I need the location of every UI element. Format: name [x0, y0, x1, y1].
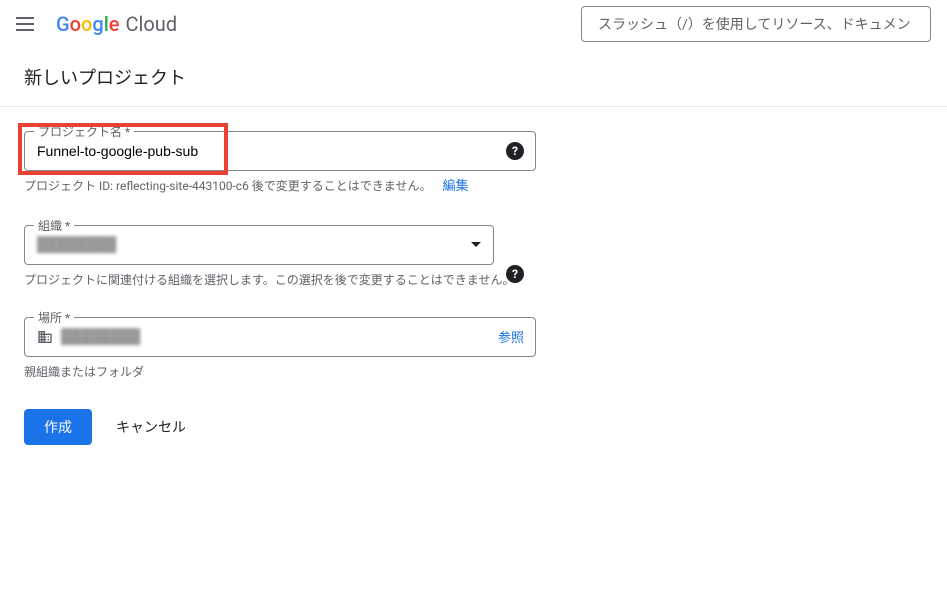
hamburger-menu-icon[interactable] — [16, 12, 40, 36]
location-value: ████████ — [61, 328, 140, 345]
search-input[interactable]: スラッシュ（/）を使用してリソース、ドキュメン — [581, 6, 931, 42]
project-name-field-group: プロジェクト名 * ? プロジェクト ID: reflecting-site-4… — [24, 131, 536, 197]
chevron-down-icon — [471, 242, 481, 247]
project-id-helper: プロジェクト ID: reflecting-site-443100-c6 後で変… — [24, 177, 536, 197]
help-icon[interactable]: ? — [506, 142, 524, 160]
page-title: 新しいプロジェクト — [0, 48, 947, 107]
help-icon[interactable]: ? — [506, 265, 524, 283]
location-helper: 親組織またはフォルダ — [24, 363, 536, 381]
location-label: 場所 * — [34, 309, 74, 326]
header: Google Cloud スラッシュ（/）を使用してリソース、ドキュメン — [0, 0, 947, 48]
new-project-form: プロジェクト名 * ? プロジェクト ID: reflecting-site-4… — [0, 107, 560, 469]
organization-field-group: 組織 * ████████ ? プロジェクトに関連付ける組織を選択します。この選… — [24, 225, 536, 289]
location-field-group: 場所 * ████████ 参照 親組織またはフォルダ — [24, 317, 536, 381]
browse-link[interactable]: 参照 — [498, 327, 524, 346]
logo-cloud-text: Cloud — [126, 12, 178, 36]
cancel-button[interactable]: キャンセル — [116, 417, 186, 437]
organization-label: 組織 * — [34, 217, 74, 234]
edit-project-id-link[interactable]: 編集 — [442, 179, 468, 194]
organization-icon — [37, 329, 53, 345]
organization-select[interactable]: ████████ — [24, 225, 494, 265]
google-cloud-logo[interactable]: Google Cloud — [56, 12, 177, 36]
organization-helper: プロジェクトに関連付ける組織を選択します。この選択を後で変更することはできません… — [24, 271, 536, 289]
organization-value: ████████ — [37, 236, 116, 253]
search-placeholder: スラッシュ（/）を使用してリソース、ドキュメン — [598, 14, 911, 34]
create-button[interactable]: 作成 — [24, 409, 92, 445]
location-input[interactable]: ████████ — [24, 317, 536, 357]
action-buttons: 作成 キャンセル — [24, 409, 536, 445]
project-name-label: プロジェクト名 * — [34, 123, 134, 140]
